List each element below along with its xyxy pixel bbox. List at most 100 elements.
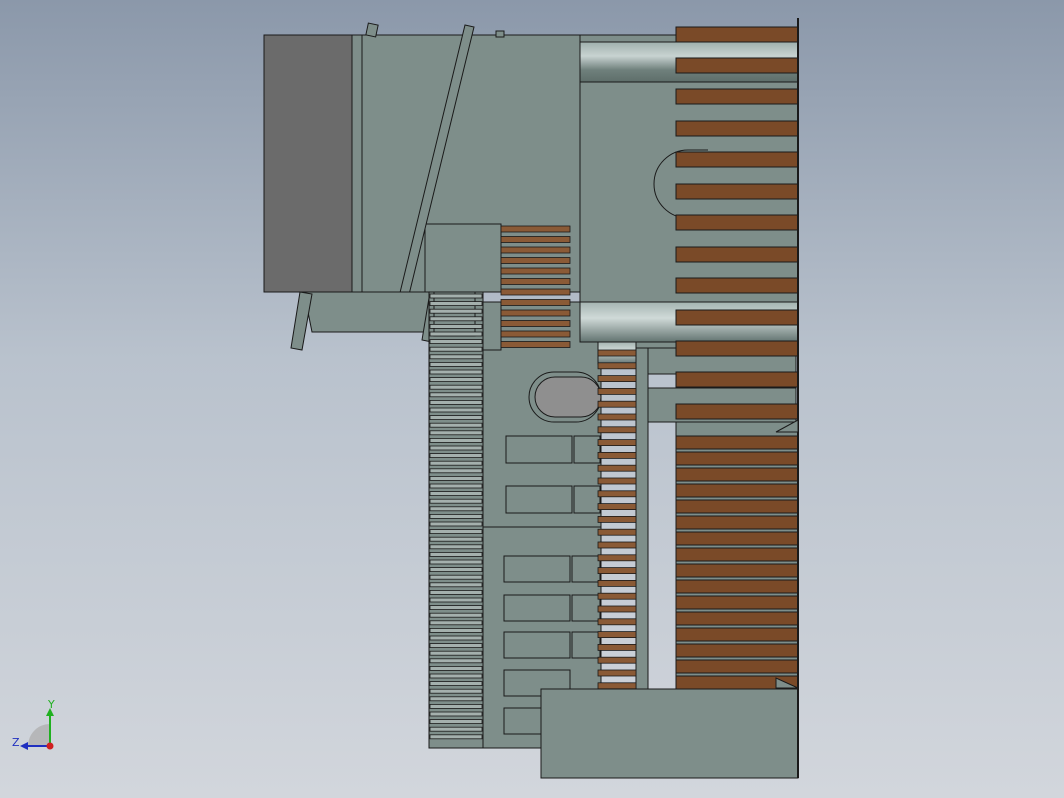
- slot-window-inner: [534, 376, 602, 418]
- left-slat: [429, 293, 483, 299]
- inner-fin: [500, 320, 571, 327]
- cad-model-side-view[interactable]: [0, 0, 1064, 798]
- left-slat: [429, 574, 483, 580]
- column-fin: [597, 387, 637, 395]
- fin-lower: [675, 531, 799, 546]
- left-slat: [429, 612, 483, 618]
- left-slat: [429, 567, 483, 572]
- column-fin: [597, 362, 637, 370]
- left-slat: [429, 597, 483, 603]
- left-slat: [429, 673, 483, 679]
- column-top-block: [482, 301, 502, 351]
- left-slat: [429, 620, 483, 626]
- left-comb-inner: [433, 291, 476, 337]
- left-slat: [429, 377, 483, 383]
- inner-fin: [500, 309, 571, 317]
- inner-fin: [500, 267, 571, 275]
- left-slat: [429, 316, 483, 322]
- left-slat: [429, 582, 483, 588]
- cutout-1a: [505, 435, 573, 464]
- left-slat: [429, 445, 483, 451]
- column-fin: [597, 631, 637, 638]
- left-slat: [429, 590, 483, 595]
- cutout-2b: [573, 485, 601, 514]
- left-slat: [429, 308, 483, 314]
- column-fin: [597, 426, 637, 434]
- left-slat: [429, 719, 483, 724]
- cutout-4b: [571, 594, 601, 622]
- fin-lower: [675, 467, 799, 482]
- cutout-3b: [571, 555, 601, 583]
- left-slat: [429, 696, 483, 702]
- inner-fin: [500, 225, 571, 233]
- inner-fin: [500, 330, 571, 338]
- fin: [675, 26, 799, 43]
- left-slat: [429, 468, 483, 474]
- left-slat: [429, 711, 483, 717]
- cutout-3a: [503, 555, 571, 583]
- left-slat: [429, 521, 483, 527]
- column-fin: [597, 644, 637, 651]
- fin-lower: [675, 595, 799, 610]
- fin: [675, 57, 799, 74]
- left-slat: [429, 346, 483, 352]
- fin: [675, 246, 799, 263]
- left-slat: [429, 506, 483, 512]
- column-fin: [597, 682, 637, 690]
- left-slat: [429, 704, 483, 709]
- left-slat: [429, 361, 483, 367]
- fin-lower: [675, 435, 799, 450]
- left-slat: [429, 552, 483, 557]
- left-slat: [429, 460, 483, 466]
- left-slat: [429, 529, 483, 534]
- left-slat: [429, 681, 483, 686]
- column-fin: [597, 451, 637, 459]
- fin-lower: [675, 643, 799, 658]
- column-fin: [597, 656, 637, 664]
- graphics-viewport[interactable]: Y Z: [0, 0, 1064, 798]
- column-fin: [597, 349, 637, 357]
- inner-fin: [500, 246, 571, 254]
- cutout-1b: [573, 435, 601, 464]
- inner-fin: [500, 257, 571, 264]
- left-slat: [429, 415, 483, 421]
- top-tab-left: [365, 22, 379, 38]
- column-fin: [597, 464, 637, 472]
- left-slat: [429, 339, 483, 345]
- column-fin: [597, 592, 637, 600]
- left-comb-frame: [428, 291, 484, 749]
- fin-lower: [675, 547, 799, 562]
- fin-lower: [675, 611, 799, 626]
- left-slat: [429, 437, 483, 443]
- left-slat: [429, 301, 483, 307]
- column-fin: [597, 490, 637, 498]
- cutout-2a: [505, 485, 573, 514]
- triad-y-label: Y: [47, 698, 55, 711]
- left-slat: [429, 650, 483, 656]
- cutout-5a: [503, 631, 571, 659]
- left-slat: [429, 453, 483, 459]
- left-slat: [429, 628, 483, 633]
- left-slat: [429, 399, 483, 405]
- column-fin: [597, 580, 637, 587]
- column-fin: [597, 618, 637, 626]
- cutout-7a: [503, 707, 545, 735]
- fin-lower: [675, 627, 799, 642]
- bracket-leg: [290, 291, 313, 351]
- fin: [675, 403, 799, 420]
- left-slat: [429, 643, 483, 648]
- view-orientation-triad-icon: Y Z: [12, 698, 55, 750]
- triad-z-label: Z: [12, 736, 20, 749]
- left-slat: [429, 605, 483, 610]
- left-slat: [429, 323, 483, 329]
- bottom-block: [540, 688, 799, 779]
- left-slat: [429, 498, 483, 504]
- column-fin: [597, 375, 637, 383]
- column-fin: [597, 439, 637, 447]
- inner-step: [424, 223, 502, 293]
- column-fin: [597, 413, 637, 421]
- fin-lower: [675, 451, 799, 466]
- inner-fin: [500, 299, 571, 306]
- inner-fin: [500, 278, 571, 285]
- column-fin: [597, 477, 637, 485]
